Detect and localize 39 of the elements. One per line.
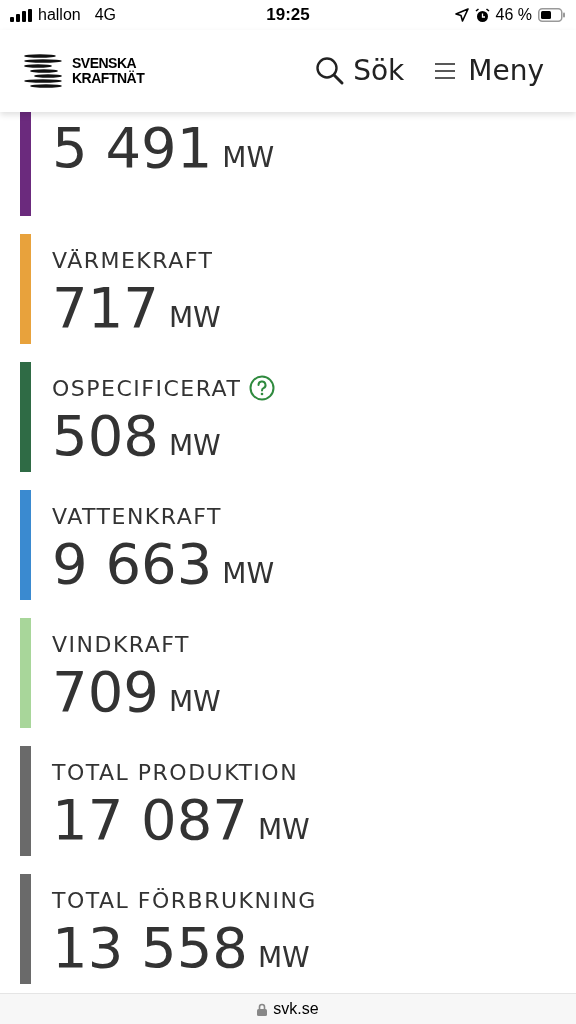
power-value: 717 [52, 280, 159, 336]
url-bar[interactable]: svk.se [0, 993, 576, 1024]
clock: 19:25 [266, 4, 310, 27]
category-label: VATTENKRAFT [52, 502, 222, 531]
signal-icon [10, 8, 32, 22]
power-value: 5 491 [52, 120, 213, 176]
unit-label: MW [222, 560, 275, 588]
search-icon [315, 56, 346, 86]
power-value: 709 [52, 664, 159, 720]
menu-button[interactable]: Meny [434, 50, 544, 92]
power-value: 13 558 [52, 920, 248, 976]
network-type: 4G [94, 5, 117, 25]
carrier-name: hallon [38, 5, 81, 25]
category-label: OSPECIFICERAT [52, 374, 242, 403]
category-label: VÄRMEKRAFT [52, 246, 214, 275]
battery-icon [538, 8, 566, 22]
unit-label: MW [168, 688, 221, 716]
category-label: TOTAL FÖRBRUKNING [52, 886, 317, 915]
unit-label: MW [168, 432, 221, 460]
unit-label: MW [257, 944, 310, 972]
power-value: 17 087 [52, 792, 248, 848]
power-value: 508 [52, 408, 159, 464]
url-text: svk.se [273, 999, 319, 1019]
alarm-clock-icon [474, 7, 490, 23]
help-icon[interactable] [249, 375, 276, 401]
battery-percent: 46 % [495, 5, 532, 25]
logo-icon[interactable] [22, 53, 64, 89]
lock-icon [257, 1002, 268, 1016]
unit-label: MW [222, 144, 275, 172]
logo-text: KRAFTNÄT [72, 71, 145, 86]
location-icon [454, 8, 469, 22]
category-label: TOTAL PRODUKTION [52, 758, 299, 787]
category-label: VINDKRAFT [52, 630, 190, 659]
unit-label: MW [168, 304, 221, 332]
search-button[interactable]: Sök [315, 50, 405, 92]
power-value: 9 663 [52, 536, 213, 592]
logo-text: SVENSKA [72, 56, 137, 71]
unit-label: MW [257, 816, 310, 844]
menu-icon [434, 62, 457, 80]
